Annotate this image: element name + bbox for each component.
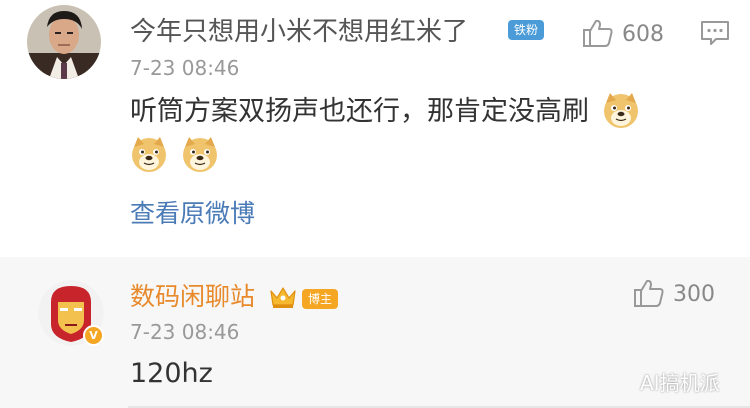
avatar[interactable] bbox=[27, 5, 101, 79]
doge-emoji-icon bbox=[132, 137, 166, 172]
view-original-link[interactable]: 查看原微博 bbox=[130, 198, 255, 230]
avatar-portrait-image bbox=[27, 5, 101, 79]
reply-username[interactable]: 数码闲聊站 bbox=[130, 281, 255, 313]
crown-icon bbox=[268, 284, 298, 310]
thumbs-up-icon bbox=[582, 18, 614, 52]
verified-badge: V bbox=[83, 325, 104, 346]
watermark-label: AI搞机派 bbox=[640, 371, 720, 395]
comment-text: 听筒方案双扬声也还行，那肯定没高刷 bbox=[130, 90, 700, 178]
doge-emoji-icon bbox=[603, 93, 638, 128]
reply-timestamp: 7-23 08:46 bbox=[130, 320, 240, 344]
comment-timestamp: 7-23 08:46 bbox=[130, 56, 240, 80]
comment-card: 今年只想用小米不想用红米了 铁粉 608 7-23 08:46 听筒方案双扬声也… bbox=[0, 0, 750, 257]
reply-like-count: 300 bbox=[673, 282, 715, 307]
comment-username[interactable]: 今年只想用小米不想用红米了 bbox=[130, 16, 468, 48]
comment-icon[interactable] bbox=[700, 20, 730, 46]
reply-like-button[interactable]: 300 bbox=[633, 278, 715, 312]
blogger-badge: 博主 bbox=[302, 289, 338, 309]
fan-badge: 铁粉 bbox=[508, 20, 544, 40]
like-count: 608 bbox=[622, 22, 664, 47]
thumbs-up-icon bbox=[633, 278, 665, 312]
reply-text: 120hz bbox=[130, 358, 213, 389]
doge-emoji-icon bbox=[182, 137, 217, 172]
comment-text-content: 听筒方案双扬声也还行，那肯定没高刷 bbox=[130, 96, 589, 127]
like-button[interactable]: 608 bbox=[582, 18, 664, 52]
